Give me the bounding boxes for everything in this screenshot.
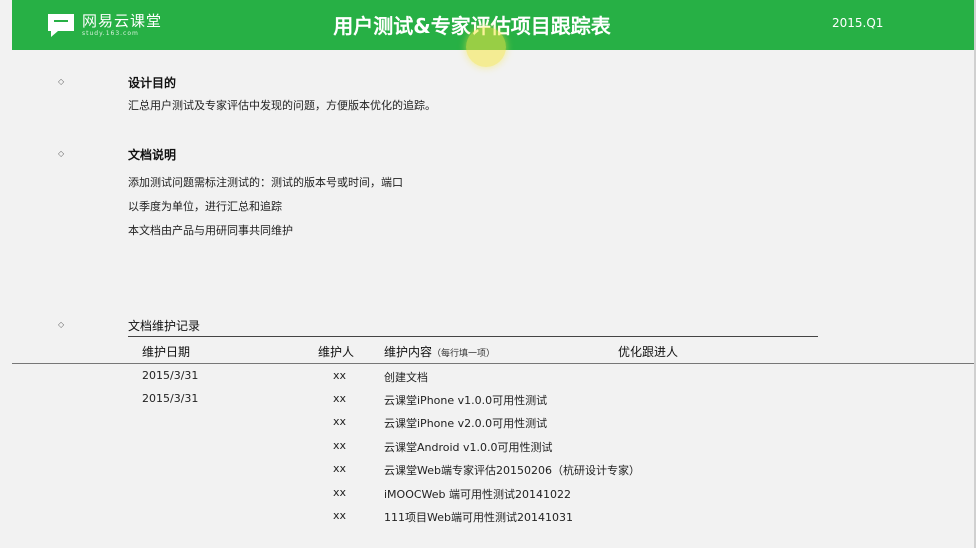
speech-bubble-logo-icon — [48, 14, 74, 37]
table-row[interactable]: xx 云课堂iPhone v2.0.0可用性测试 — [0, 415, 976, 435]
purpose-text: 汇总用户测试及专家评估中发现的问题，方便版本优化的追踪。 — [128, 99, 436, 112]
section-divider — [128, 336, 818, 337]
notes-line-3: 本文档由产品与用研同事共同维护 — [128, 224, 293, 237]
row-content: iMOOCWeb 端可用性测试20141022 — [384, 488, 572, 501]
table-row[interactable]: 2015/3/31 xx 云课堂iPhone v1.0.0可用性测试 — [0, 392, 976, 412]
column-header-content: 维护内容（每行填一项） — [384, 343, 495, 360]
diamond-bullet-icon: ◇ — [58, 320, 65, 329]
row-content: 云课堂iPhone v2.0.0可用性测试 — [384, 417, 548, 430]
row-content: 111项目Web端可用性测试20141031 — [384, 511, 573, 524]
cursor-highlight — [466, 27, 506, 67]
table-row[interactable]: 2015/3/31 xx 创建文档 — [0, 369, 976, 389]
column-header-follower: 优化跟进人 — [618, 345, 679, 359]
period-label: 2015.Q1 — [832, 16, 884, 30]
table-row[interactable]: xx iMOOCWeb 端可用性测试20141022 — [0, 486, 976, 506]
logo-subtext: study.163.com — [82, 30, 139, 37]
column-header-content-note: （每行填一项） — [432, 349, 496, 359]
purpose-title: 设计目的 — [128, 76, 177, 90]
logo-text: 网易云课堂 — [82, 12, 163, 30]
row-maintainer: xx — [333, 462, 347, 475]
logo[interactable]: 网易云课堂 study.163.com — [46, 10, 186, 40]
table-row[interactable]: xx 云课堂Android v1.0.0可用性测试 — [0, 439, 976, 459]
notes-title: 文档说明 — [128, 148, 177, 162]
table-row[interactable]: xx 111项目Web端可用性测试20141031 — [0, 509, 976, 529]
row-content: 云课堂iPhone v1.0.0可用性测试 — [384, 394, 548, 407]
row-content: 云课堂Android v1.0.0可用性测试 — [384, 441, 553, 454]
row-date: 2015/3/31 — [142, 369, 199, 382]
row-content: 创建文档 — [384, 371, 428, 384]
row-content: 云课堂Web端专家评估20150206（杭研设计专家） — [384, 464, 640, 477]
diamond-bullet-icon: ◇ — [58, 77, 65, 86]
row-maintainer: xx — [333, 439, 347, 452]
row-maintainer: xx — [333, 509, 347, 522]
table-row[interactable]: xx 云课堂Web端专家评估20150206（杭研设计专家） — [0, 462, 976, 482]
row-maintainer: xx — [333, 415, 347, 428]
row-date: 2015/3/31 — [142, 392, 199, 405]
notes-line-1: 添加测试问题需标注测试的：测试的版本号或时间，端口 — [128, 176, 403, 189]
row-maintainer: xx — [333, 392, 347, 405]
diamond-bullet-icon: ◇ — [58, 149, 65, 158]
column-header-maintainer: 维护人 — [318, 345, 355, 359]
maintenance-title: 文档维护记录 — [128, 319, 201, 333]
notes-line-2: 以季度为单位，进行汇总和追踪 — [128, 200, 282, 213]
row-maintainer: xx — [333, 486, 347, 499]
table-header-divider — [12, 363, 974, 364]
row-maintainer: xx — [333, 369, 347, 382]
column-header-date: 维护日期 — [142, 345, 191, 359]
column-header-content-label: 维护内容 — [384, 345, 433, 359]
